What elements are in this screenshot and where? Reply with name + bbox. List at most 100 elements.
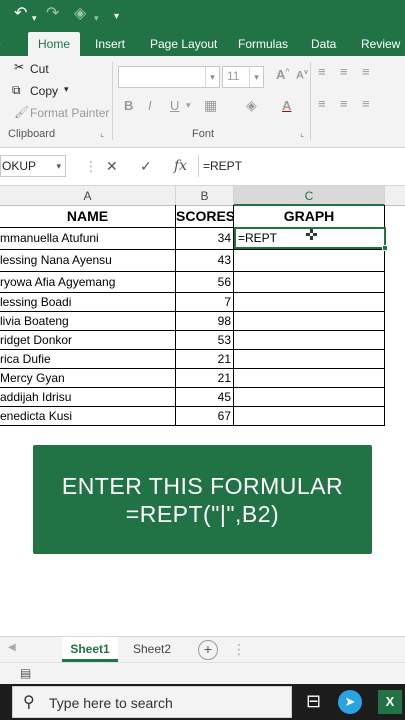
insert-function-icon[interactable]: fx <box>174 157 187 175</box>
table-row-name[interactable]: ridget Donkor <box>0 331 176 350</box>
font-family-select[interactable]: ▾ <box>118 66 220 88</box>
macro-record-icon[interactable]: ▤ <box>20 666 31 680</box>
table-row-name[interactable]: Mercy Gyan <box>0 369 176 388</box>
decrease-font-icon[interactable]: Av <box>296 69 308 82</box>
borders-icon[interactable]: ▦ <box>204 97 217 114</box>
graph-cell[interactable] <box>234 369 385 388</box>
graph-cell[interactable] <box>234 350 385 369</box>
table-row-score[interactable]: 21 <box>176 350 234 369</box>
table-row-score[interactable]: 56 <box>176 272 234 293</box>
format-painter-icon[interactable]: 🖌 <box>14 105 29 119</box>
graph-cell[interactable] <box>234 407 385 426</box>
tab-file[interactable]: e <box>0 32 1 56</box>
more-icon[interactable]: ⋮ <box>232 641 246 658</box>
graph-cell[interactable] <box>234 312 385 331</box>
graph-cell[interactable] <box>234 272 385 293</box>
name-box[interactable]: OKUP ▾ <box>0 155 66 177</box>
bold-button[interactable]: B <box>124 98 133 113</box>
table-row-name[interactable]: enedicta Kusi <box>0 407 176 426</box>
underline-dropdown-icon[interactable]: ▾ <box>186 100 191 111</box>
sheet-tab-sheet2[interactable]: Sheet2 <box>124 637 180 662</box>
table-row-score[interactable]: 67 <box>176 407 234 426</box>
table-row-score[interactable]: 98 <box>176 312 234 331</box>
copy-dropdown-icon[interactable]: ▾ <box>64 84 69 95</box>
table-row-score[interactable]: 43 <box>176 250 234 272</box>
tab-review[interactable]: Review <box>361 32 400 56</box>
align-top-icon[interactable]: ≡ <box>318 64 326 79</box>
underline-button[interactable]: U <box>170 98 179 113</box>
graph-cell[interactable] <box>234 331 385 350</box>
copy-button[interactable]: Copy <box>30 84 58 98</box>
table-row-score[interactable]: 34 <box>176 228 234 250</box>
table-row-score[interactable]: 21 <box>176 369 234 388</box>
more-options-icon[interactable]: ⋮ <box>84 157 98 175</box>
align-center-icon[interactable]: ≡ <box>340 96 348 111</box>
header-graph[interactable]: GRAPH <box>234 205 385 228</box>
font-group-label: Font <box>192 128 215 140</box>
format-painter-button[interactable]: Format Painter <box>30 106 109 120</box>
table-row-name[interactable]: addijah Idrisu <box>0 388 176 407</box>
font-size-select[interactable]: 11 ▾ <box>222 66 264 88</box>
table-row-name[interactable]: lessing Nana Ayensu <box>0 250 176 272</box>
column-header-b[interactable]: B <box>176 186 234 206</box>
column-header-c[interactable]: C <box>234 186 385 206</box>
cut-icon[interactable]: ✂ <box>14 60 24 74</box>
chevron-down-icon: ▾ <box>205 67 219 87</box>
tab-insert[interactable]: Insert <box>95 32 125 56</box>
tab-page-layout[interactable]: Page Layout <box>150 32 217 56</box>
cancel-icon[interactable]: ✕ <box>106 157 118 175</box>
tab-data[interactable]: Data <box>311 32 336 56</box>
sheet-tab-bar: ◀ Sheet1 Sheet2 + ⋮ <box>0 636 405 662</box>
chevron-down-icon: ▾ <box>249 67 263 87</box>
column-header-a[interactable]: A <box>0 186 176 206</box>
ribbon-home: ✂ Cut ⧉ Copy ▾ 🖌 Format Painter Clipboar… <box>0 56 405 148</box>
enter-icon[interactable]: ✓ <box>140 157 152 175</box>
tab-home[interactable]: Home <box>28 32 81 56</box>
clipboard-launcher-icon[interactable]: ⌞ <box>100 128 104 139</box>
formula-input[interactable]: =REPT <box>198 155 405 177</box>
excel-icon[interactable]: X <box>378 690 402 714</box>
table-row-name[interactable]: ryowa Afia Agyemang <box>0 272 176 293</box>
fill-dropdown-icon[interactable]: ▾ <box>94 8 99 28</box>
fill-color-icon[interactable]: ◈ <box>246 97 257 114</box>
cut-button[interactable]: Cut <box>30 62 49 76</box>
italic-button[interactable]: I <box>148 98 152 113</box>
copy-icon[interactable]: ⧉ <box>12 83 21 98</box>
task-view-icon[interactable]: ⊟ <box>306 690 321 712</box>
taskbar: ⚲ Type here to search ⊟ ➤ X <box>0 684 405 720</box>
table-row-score[interactable]: 45 <box>176 388 234 407</box>
increase-font-icon[interactable]: A^ <box>276 67 289 82</box>
graph-cell[interactable] <box>234 388 385 407</box>
header-name[interactable]: NAME <box>0 205 176 228</box>
add-sheet-button[interactable]: + <box>198 640 218 660</box>
table-row-name[interactable]: rica Dufie <box>0 350 176 369</box>
align-middle-icon[interactable]: ≡ <box>340 64 348 79</box>
redo-icon[interactable]: ↷ <box>46 4 59 24</box>
fill-handle[interactable] <box>382 245 388 251</box>
table-row-name[interactable]: mmanuella Atufuni <box>0 228 176 250</box>
column-header-empty <box>385 186 405 206</box>
graph-cell[interactable] <box>234 293 385 312</box>
align-bottom-icon[interactable]: ≡ <box>362 64 370 79</box>
font-launcher-icon[interactable]: ⌞ <box>300 128 304 139</box>
graph-cell[interactable] <box>234 250 385 272</box>
paint-bucket-icon[interactable]: ◈ <box>74 4 86 24</box>
font-color-icon[interactable]: A <box>282 98 291 113</box>
header-scores[interactable]: SCORES <box>176 205 234 228</box>
search-placeholder: Type here to search <box>49 695 173 711</box>
table-row-score[interactable]: 7 <box>176 293 234 312</box>
align-left-icon[interactable]: ≡ <box>318 96 326 111</box>
telegram-icon[interactable]: ➤ <box>338 690 362 714</box>
table-row-score[interactable]: 53 <box>176 331 234 350</box>
align-right-icon[interactable]: ≡ <box>362 96 370 111</box>
taskbar-search-box[interactable]: ⚲ Type here to search <box>12 686 292 718</box>
table-row-name[interactable]: lessing Boadi <box>0 293 176 312</box>
chevron-down-icon: ▾ <box>56 161 61 171</box>
customize-toolbar-icon[interactable]: ▾ <box>114 7 119 27</box>
undo-icon[interactable]: ↶ <box>14 4 27 24</box>
undo-dropdown-icon[interactable]: ▾ <box>32 8 37 28</box>
tab-formulas[interactable]: Formulas <box>238 32 288 56</box>
table-row-name[interactable]: livia Boateng <box>0 312 176 331</box>
scroll-tabs-icon[interactable]: ◀ <box>8 642 16 653</box>
sheet-tab-sheet1[interactable]: Sheet1 <box>62 637 118 662</box>
